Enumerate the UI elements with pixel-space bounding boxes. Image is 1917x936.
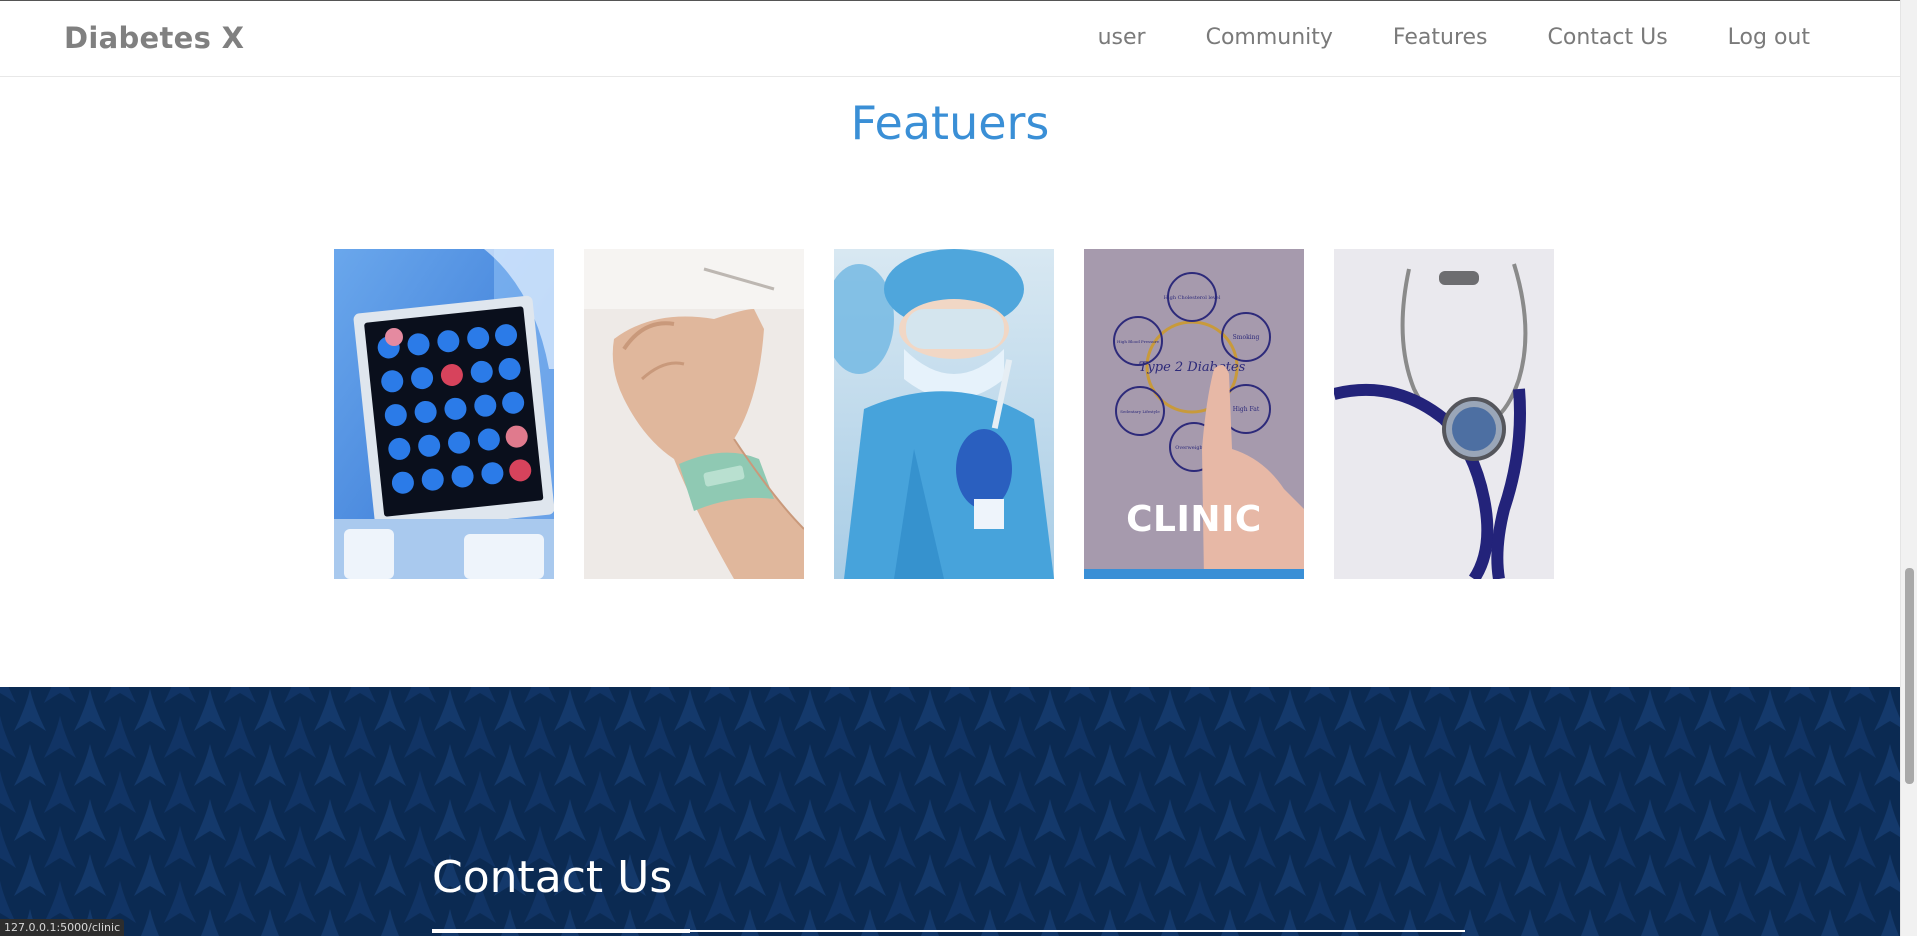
contact-heading: Contact Us [432, 852, 673, 903]
card-active-bar [1084, 569, 1304, 579]
diagram-item-high-fat: High Fat [1233, 406, 1260, 413]
feature-card-patient-wristband[interactable] [584, 249, 804, 579]
doctor-syringe-image [834, 249, 1054, 579]
brand-logo[interactable]: Diabetes X [64, 21, 244, 55]
status-bar-url: 127.0.0.1:5000/clinic [0, 919, 125, 936]
diagram-center-text: Type 2 Diabetes [1139, 360, 1246, 375]
stethoscope-image [1334, 249, 1554, 579]
clinic-label: CLINIC [1126, 499, 1262, 540]
diagram-item-cholesterol: High Cholesterol level [1164, 295, 1221, 301]
wristband-image [584, 249, 804, 579]
nav-link-features[interactable]: Features [1393, 25, 1488, 50]
feature-card-clinic[interactable]: Type 2 Diabetes High Cholesterol level S… [1084, 249, 1304, 579]
feature-card-stethoscope[interactable] [1334, 249, 1554, 579]
page-scrollbar[interactable] [1900, 0, 1917, 936]
diagram-item-smoking: Smoking [1233, 334, 1260, 341]
contact-divider-accent [432, 929, 690, 933]
feature-card-brain-scan[interactable] [334, 249, 554, 579]
features-heading: Featuers [850, 96, 1050, 150]
nav-link-user[interactable]: user [1098, 25, 1146, 50]
nav-link-community[interactable]: Community [1206, 25, 1333, 50]
nav-link-log-out[interactable]: Log out [1728, 25, 1810, 50]
contact-background-pattern [0, 687, 1900, 936]
nav-link-contact-us[interactable]: Contact Us [1548, 25, 1668, 50]
feature-card-doctor-syringe[interactable] [834, 249, 1054, 579]
scrollbar-thumb[interactable] [1905, 568, 1914, 784]
diagram-item-blood-pressure: High Blood Pressure [1117, 339, 1160, 344]
contact-section: Contact Us [0, 687, 1900, 936]
nav-links: user Community Features Contact Us Log o… [1038, 25, 1810, 50]
top-navbar: Diabetes X user Community Features Conta… [0, 0, 1900, 77]
diagram-item-sedentary: Sedentary Lifestyle [1120, 409, 1160, 414]
brain-scan-image [334, 249, 554, 579]
